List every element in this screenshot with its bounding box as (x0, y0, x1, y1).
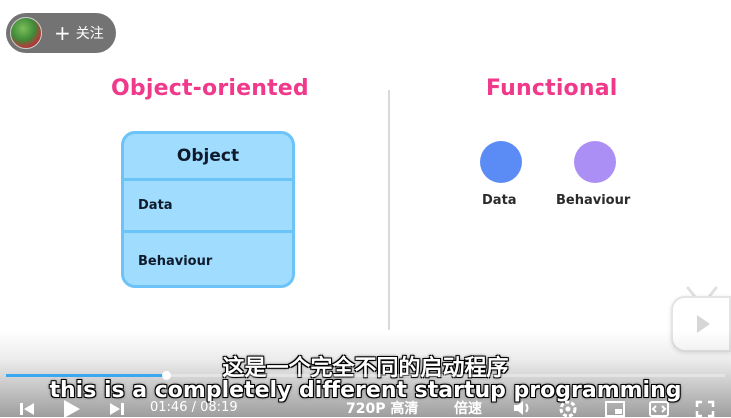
behaviour-circle (574, 141, 616, 183)
settings-icon (559, 400, 577, 417)
quality-button[interactable]: 720P 高清 (346, 398, 418, 418)
volume-icon (514, 400, 529, 415)
object-card: Object Data Behaviour (121, 131, 295, 288)
play-icon (64, 399, 80, 418)
previous-button[interactable] (18, 398, 36, 417)
picture-in-picture-icon (605, 400, 625, 417)
follow-label: 关注 (75, 26, 104, 42)
progress-fill (6, 374, 167, 377)
next-button[interactable] (108, 398, 126, 417)
plus-icon: + (54, 21, 71, 45)
quality-resolution: 720P (346, 401, 386, 417)
functional-data-label: Data (482, 193, 517, 208)
widescreen-button[interactable] (648, 398, 670, 417)
next-icon (110, 402, 124, 415)
play-button[interactable] (60, 398, 82, 418)
functional-behaviour-label: Behaviour (556, 193, 631, 208)
follow-button[interactable]: + 关注 (6, 13, 116, 53)
uploader-avatar[interactable] (10, 17, 42, 49)
duration: 08:19 (200, 400, 238, 415)
slide-divider (388, 90, 390, 330)
video-frame[interactable]: + 关注 Object-oriented Functional Object D… (0, 0, 731, 418)
object-data-row: Data (124, 178, 292, 230)
picture-in-picture-button[interactable] (604, 398, 626, 417)
speed-button[interactable]: 倍速 (454, 398, 482, 418)
widescreen-icon (649, 400, 669, 417)
functional-heading: Functional (486, 76, 618, 101)
progress-bar[interactable] (6, 371, 725, 380)
previous-icon (20, 402, 34, 415)
time-separator: / (191, 400, 196, 415)
data-circle (480, 141, 522, 183)
current-time: 01:46 (150, 400, 188, 415)
fullscreen-icon (695, 400, 715, 417)
fullscreen-button[interactable] (694, 398, 716, 417)
time-display: 01:46 / 08:19 (150, 400, 238, 415)
quality-label: 高清 (390, 401, 419, 417)
object-oriented-heading: Object-oriented (111, 76, 309, 101)
object-behaviour-row: Behaviour (124, 230, 292, 285)
volume-button[interactable] (512, 398, 534, 417)
settings-button[interactable] (558, 398, 578, 417)
object-title: Object (176, 146, 240, 166)
